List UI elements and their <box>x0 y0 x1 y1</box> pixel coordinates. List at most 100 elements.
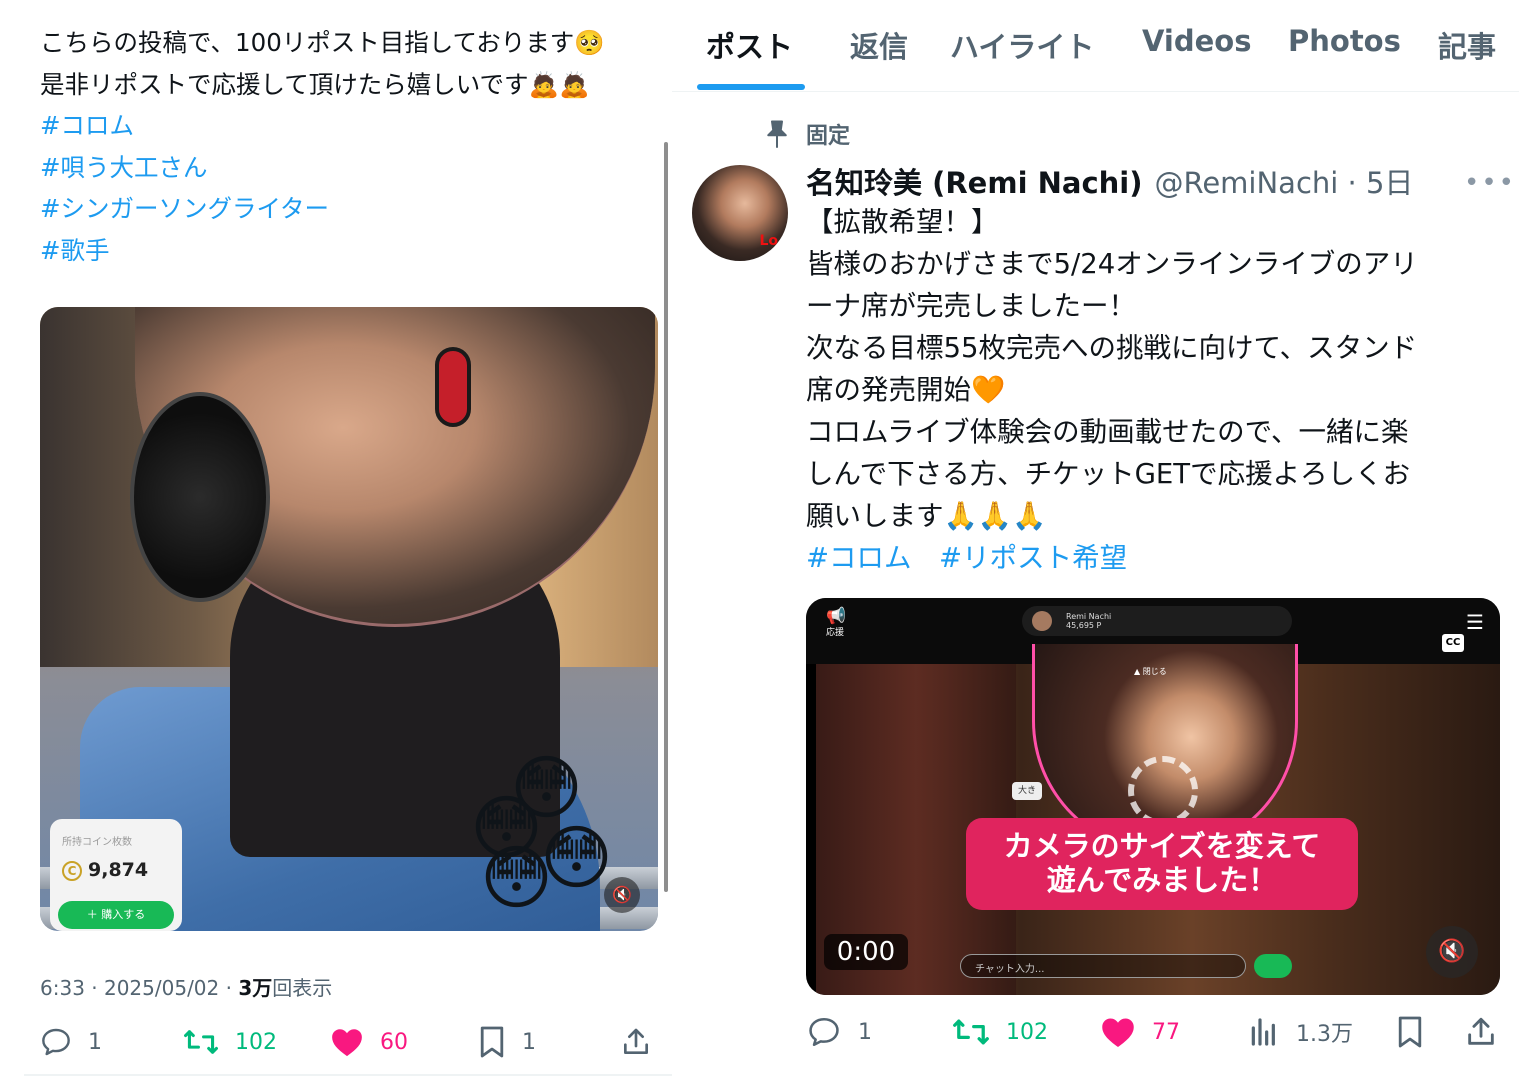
close-label: ▲ 閉じる <box>1134 667 1167 676</box>
bookmark-icon <box>1398 1016 1422 1048</box>
repost-button[interactable]: 102 <box>952 1012 1048 1052</box>
post-text-line: 是非リポストで応援して頂けたら嬉しいです🙇🙇 <box>40 69 590 99</box>
post-meta: 6:33 · 2025/05/02 · 3万回表示 <box>40 972 332 1001</box>
tab-replies[interactable]: 返信 <box>850 24 908 66</box>
hashtag-link[interactable]: #唄う大工さん <box>40 147 660 189</box>
mute-icon[interactable]: 🔇 <box>604 877 640 913</box>
post-text-line: コロムライブ体験会の動画載せたので、一緒に楽 <box>806 416 1409 448</box>
chat-input: チャット入力... <box>960 954 1246 978</box>
views-icon <box>1251 1018 1275 1046</box>
like-button[interactable]: 77 <box>1100 1012 1180 1052</box>
pinned-label: 固定 <box>806 124 851 149</box>
active-tab-indicator <box>697 84 805 90</box>
bookmark-icon <box>480 1026 504 1058</box>
megaphone-icon: 📢 応援 <box>826 606 846 638</box>
mute-icon[interactable]: 🔇 <box>1426 926 1478 978</box>
tab-posts[interactable]: ポスト <box>706 24 793 66</box>
share-button[interactable] <box>1464 1012 1514 1052</box>
post-text-line: こちらの投稿で、100リポスト目指しております🥺 <box>40 28 605 57</box>
right-post-video[interactable]: 📢 応援 Remi Nachi 45,695 P ☰ CC ▲ 閉じる 大き カメラ… <box>806 598 1500 995</box>
microphone-pop-filter <box>130 392 270 602</box>
view-label: 回表示 <box>272 976 333 1000</box>
repost-icon <box>184 1030 218 1054</box>
views-button[interactable]: 1.3万 <box>1248 1012 1353 1052</box>
flushed-emoji-icon: 😳 <box>480 837 553 919</box>
video-stage: ▲ 閉じる 大き カメラのサイズを変えて 遊んでみました！ <box>816 644 1500 995</box>
heart-icon <box>332 1029 362 1057</box>
channel-pill: Remi Nachi 45,695 P <box>1022 606 1292 636</box>
reply-button[interactable]: 1 <box>40 1022 102 1062</box>
coin-value: 9,874 <box>88 859 149 881</box>
coin-value-row: C 9,874 <box>62 859 148 881</box>
share-icon <box>1468 1017 1494 1045</box>
like-button[interactable]: 60 <box>330 1022 408 1062</box>
hashtag-link[interactable]: #シンガーソングライター <box>40 188 660 230</box>
profile-tabs: ポスト 返信 ハイライト Videos Photos 記事 <box>672 0 1519 92</box>
tab-highlights[interactable]: ハイライト <box>950 24 1094 66</box>
channel-avatar <box>1032 611 1052 631</box>
post-text-line: 次なる目標55枚完売への挑戦に向けて、スタンド <box>806 332 1418 364</box>
heart-icon <box>1102 1018 1134 1047</box>
right-post-text: 【拡散希望！】 皆様のおかげさまで5/24オンラインライブのアリ ーナ席が完売し… <box>806 201 1506 579</box>
bookmark-button[interactable] <box>1396 1012 1440 1052</box>
hashtag-link[interactable]: #歌手 <box>40 230 660 272</box>
like-count: 77 <box>1152 1019 1180 1045</box>
right-profile-panel: ポスト 返信 ハイライト Videos Photos 記事 固定 Lo 名知玲美… <box>672 0 1519 1078</box>
post-text-line: しんで下さる方、チケットGETで応援よろしくお <box>806 458 1411 490</box>
buy-coins-button[interactable]: ＋ 購入する <box>58 901 174 929</box>
banner-line: カメラのサイズを変えて <box>1003 829 1321 863</box>
left-post-video[interactable]: 😳 😳 😳 😳 所持コイン枚数 C 9,874 ＋ 購入する 🔇 <box>40 307 658 931</box>
repost-button[interactable]: 102 <box>183 1022 277 1062</box>
repost-icon <box>953 1019 989 1045</box>
post-text-line: ーナ席が完売しましたー！ <box>806 290 1136 322</box>
coin-icon: C <box>62 860 82 881</box>
post-text-line: 席の発売開始🧡 <box>806 374 1006 406</box>
hamburger-icon: ☰ <box>1466 610 1484 634</box>
tab-articles[interactable]: 記事 <box>1438 24 1496 66</box>
share-icon <box>624 1028 648 1054</box>
bookmark-button[interactable]: 1 <box>478 1022 536 1062</box>
more-icon[interactable]: ••• <box>1464 168 1516 198</box>
size-label: 大き <box>1012 782 1042 800</box>
display-name[interactable]: 名知玲美 (Remi Nachi) <box>806 166 1142 200</box>
coin-button <box>1254 954 1292 978</box>
divider <box>24 1074 672 1076</box>
post-text-line: 皆様のおかげさまで5/24オンラインライブのアリ <box>806 248 1418 280</box>
headphone <box>435 347 471 427</box>
banner-line: 遊んでみました！ <box>1046 863 1278 897</box>
tab-videos[interactable]: Videos <box>1142 24 1252 58</box>
like-count: 60 <box>380 1029 408 1055</box>
left-post-text: こちらの投稿で、100リポスト目指しております🥺 是非リポストで応援して頂けたら… <box>40 22 660 271</box>
hashtag-link[interactable]: #コロム <box>40 105 660 147</box>
repost-count: 102 <box>235 1029 277 1055</box>
left-post-panel: こちらの投稿で、100リポスト目指しております🥺 是非リポストで応援して頂けたら… <box>0 0 672 1078</box>
channel-points: 45,695 P <box>1066 621 1102 630</box>
avatar[interactable]: Lo <box>692 165 788 261</box>
reply-count: 1 <box>858 1019 872 1045</box>
pin-icon <box>767 120 787 148</box>
video-caption-banner: カメラのサイズを変えて 遊んでみました！ <box>966 818 1358 910</box>
bookmark-count: 1 <box>522 1029 536 1055</box>
reply-button[interactable]: 1 <box>806 1012 872 1052</box>
scrollbar[interactable] <box>664 142 668 892</box>
left-action-bar: 1 102 60 1 <box>40 1022 660 1062</box>
reply-icon <box>809 1017 839 1047</box>
repost-count: 102 <box>1006 1019 1048 1045</box>
handle-and-time[interactable]: @RemiNachi · 5日 <box>1154 166 1413 200</box>
post-timestamp[interactable]: 6:33 · 2025/05/02 · <box>40 976 238 1000</box>
pinned-indicator: 固定 <box>764 118 850 150</box>
video-timestamp: 0:00 <box>824 934 908 970</box>
view-count: 3万 <box>238 976 273 1000</box>
coin-card: 所持コイン枚数 C 9,874 ＋ 購入する <box>50 819 182 931</box>
loading-spinner-icon <box>1128 756 1198 826</box>
share-button[interactable] <box>620 1022 668 1062</box>
post-text-line: 【拡散希望！】 <box>806 206 999 238</box>
support-label: 応援 <box>826 628 845 638</box>
tab-photos[interactable]: Photos <box>1288 24 1401 58</box>
right-action-bar: 1 102 77 1.3万 <box>806 1012 1506 1054</box>
channel-name: Remi Nachi <box>1066 612 1112 621</box>
captions-button[interactable]: CC <box>1442 634 1464 652</box>
hashtag-link[interactable]: #コロム #リポスト希望 <box>806 537 1506 579</box>
coin-caption: 所持コイン枚数 <box>62 837 132 848</box>
reply-count: 1 <box>88 1029 102 1055</box>
